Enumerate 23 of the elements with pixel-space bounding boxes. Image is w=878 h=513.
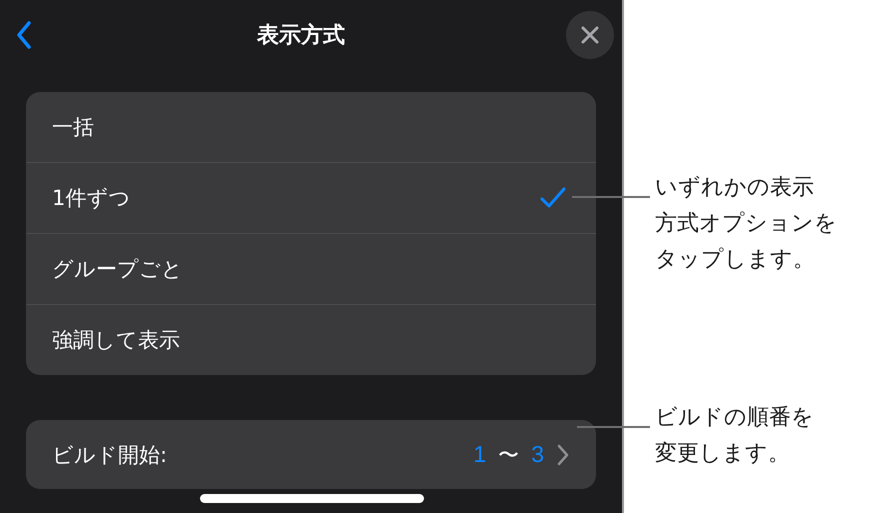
option-row[interactable]: グループごと <box>26 233 596 304</box>
callout-text: タップします。 <box>655 246 815 274</box>
chevron-right-icon <box>556 442 570 466</box>
callout-text: 方式オプションを <box>655 210 837 238</box>
range-separator: 〜 <box>498 442 520 468</box>
option-label: 1件ずつ <box>52 185 130 212</box>
back-chevron-icon <box>16 20 32 50</box>
build-label: ビルド開始: <box>52 442 168 468</box>
option-label: 一括 <box>52 114 94 141</box>
sheet-title: 表示方式 <box>257 22 345 50</box>
option-row[interactable]: 強調して表示 <box>26 304 596 375</box>
option-row[interactable]: 一括 <box>26 92 596 162</box>
build-order-row[interactable]: ビルド開始: 1 〜 3 <box>26 420 596 489</box>
close-button[interactable] <box>566 11 614 59</box>
callout-text: ビルドの順番を <box>655 404 814 432</box>
callout-text: いずれかの表示 <box>655 174 814 202</box>
option-label: グループごと <box>52 256 183 283</box>
close-icon <box>580 25 600 45</box>
option-row[interactable]: 1件ずつ <box>26 162 596 233</box>
callout-text: 変更します。 <box>655 440 790 468</box>
build-end-value: 3 <box>531 441 544 468</box>
option-label: 強調して表示 <box>52 327 180 354</box>
build-start-value: 1 <box>473 441 486 468</box>
